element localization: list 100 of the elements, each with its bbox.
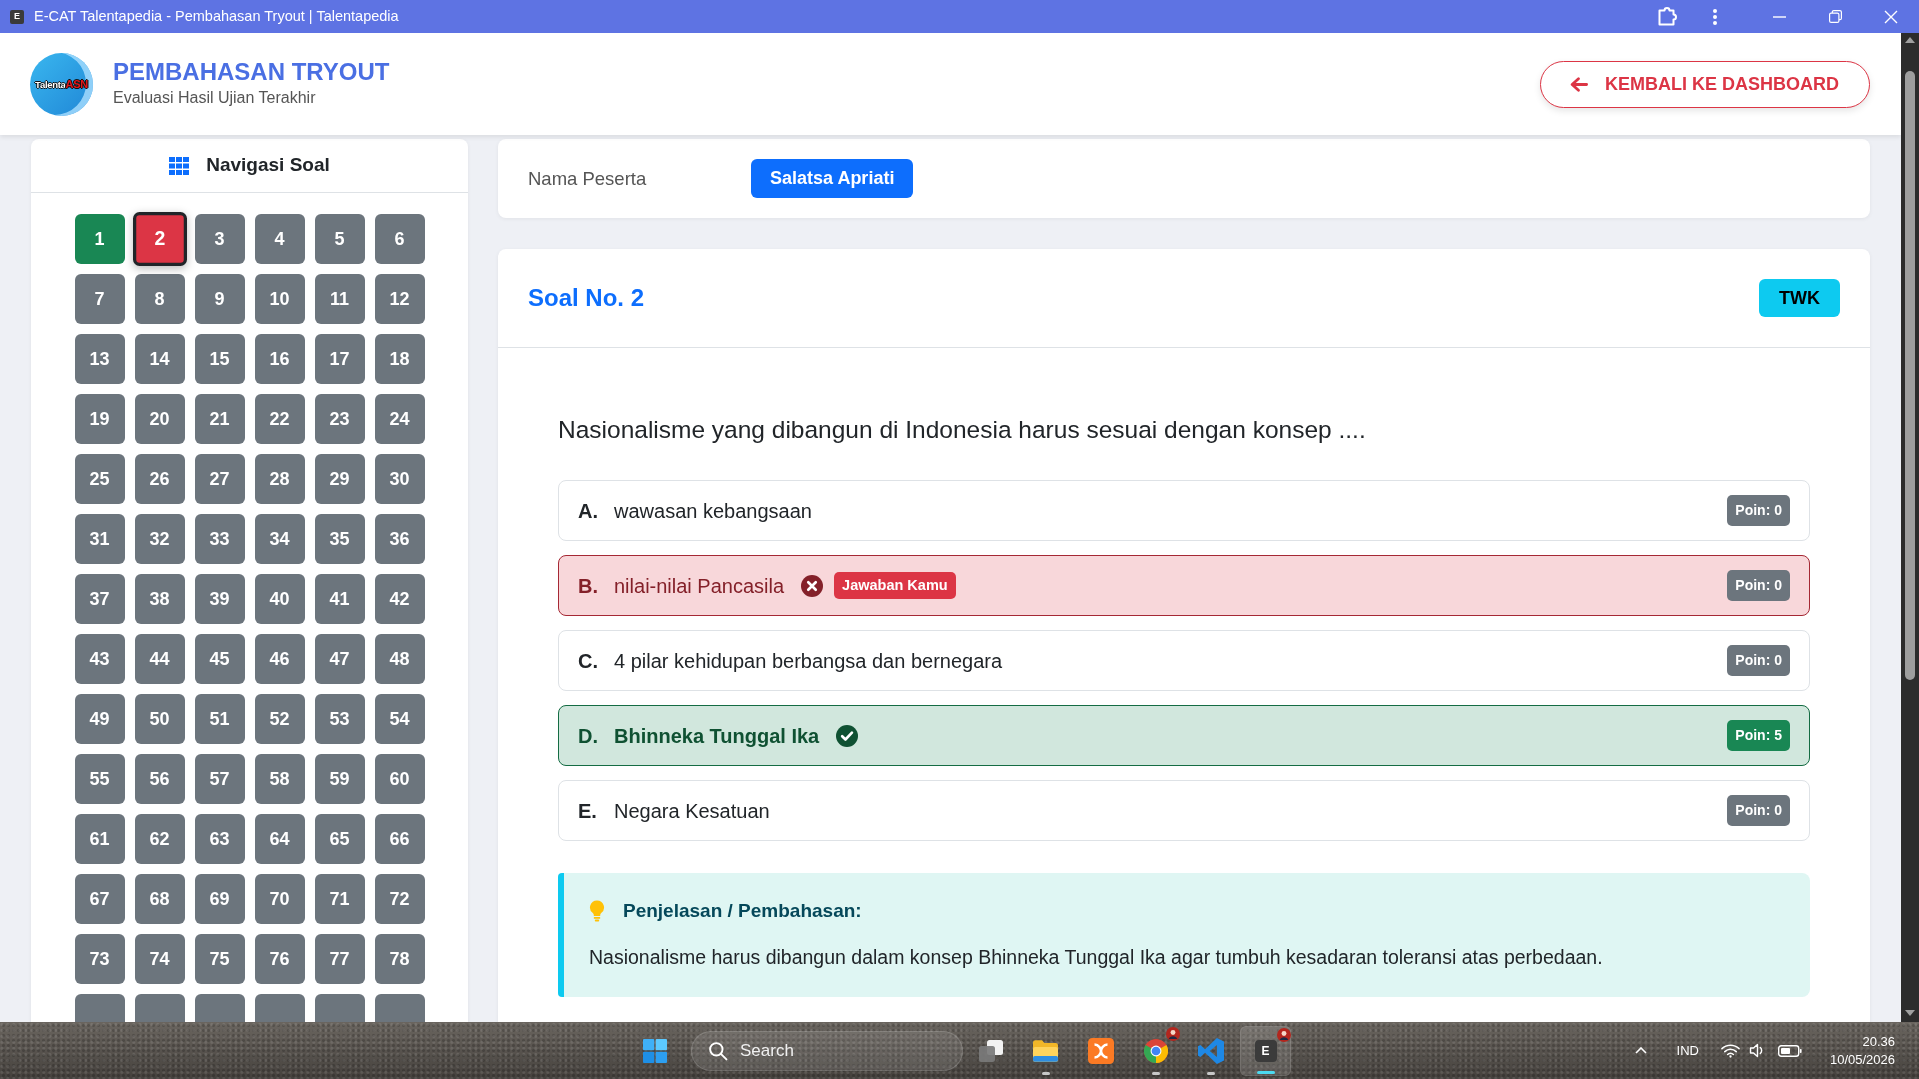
question-number-button[interactable]: 63 (194, 814, 245, 864)
question-number-button[interactable]: 8 (134, 274, 185, 324)
question-number-button[interactable]: 5 (314, 214, 365, 264)
question-number-button[interactable]: 6 (374, 214, 425, 264)
question-number-button[interactable]: 49 (74, 694, 125, 744)
question-number-button[interactable]: 62 (134, 814, 185, 864)
question-number-button[interactable]: 7 (74, 274, 125, 324)
kebab-menu-icon[interactable] (1713, 8, 1717, 25)
scroll-up-arrow-icon[interactable] (1905, 37, 1915, 43)
question-number-button[interactable]: 73 (74, 934, 125, 984)
question-number-button[interactable]: 68 (134, 874, 185, 924)
scrollbar-thumb[interactable] (1905, 71, 1915, 680)
question-number-button[interactable]: 42 (374, 574, 425, 624)
back-button[interactable]: KEMBALI KE DASHBOARD (1540, 60, 1870, 108)
question-number-button[interactable]: 48 (374, 634, 425, 684)
speaker-icon[interactable] (1748, 1043, 1764, 1058)
question-number-button[interactable]: 1 (74, 214, 125, 264)
question-number-button[interactable]: 9 (194, 274, 245, 324)
question-number-button[interactable]: 12 (374, 274, 425, 324)
question-number-button[interactable]: 61 (74, 814, 125, 864)
question-number-button[interactable]: 19 (74, 394, 125, 444)
close-icon[interactable] (1884, 9, 1898, 24)
question-number-button[interactable]: 51 (194, 694, 245, 744)
restore-icon[interactable] (1828, 10, 1842, 23)
question-number-button[interactable]: 32 (134, 514, 185, 564)
question-number-button[interactable]: 43 (74, 634, 125, 684)
question-number-button[interactable]: 35 (314, 514, 365, 564)
question-number-button[interactable]: 24 (374, 394, 425, 444)
question-number-button[interactable]: 20 (134, 394, 185, 444)
question-number-button[interactable]: 55 (74, 754, 125, 804)
question-number-button[interactable]: 33 (194, 514, 245, 564)
question-number-button[interactable]: 66 (374, 814, 425, 864)
question-number-button[interactable]: 69 (194, 874, 245, 924)
active-app-button[interactable]: E (1240, 1025, 1291, 1076)
question-number-button[interactable]: 14 (134, 334, 185, 384)
question-number-button[interactable]: 18 (374, 334, 425, 384)
stacked-squares-icon[interactable] (978, 1039, 1003, 1062)
question-number-button[interactable]: 21 (194, 394, 245, 444)
code-editor-icon[interactable] (1197, 1037, 1224, 1064)
puzzle-icon[interactable] (1657, 7, 1677, 26)
question-number-button[interactable]: 78 (374, 934, 425, 984)
question-number-button[interactable]: 34 (254, 514, 305, 564)
question-number-button[interactable]: 54 (374, 694, 425, 744)
question-number-button[interactable]: 70 (254, 874, 305, 924)
wifi-icon[interactable] (1720, 1043, 1740, 1058)
question-number-button[interactable]: 50 (134, 694, 185, 744)
question-number-button[interactable]: 4 (254, 214, 305, 264)
question-number-button[interactable]: 71 (314, 874, 365, 924)
question-number-button[interactable]: 52 (254, 694, 305, 744)
question-number-button[interactable]: 11 (314, 274, 365, 324)
battery-icon[interactable] (1777, 1044, 1802, 1057)
question-number-button[interactable]: 59 (314, 754, 365, 804)
clock-date[interactable]: 10/05/2026 (1829, 1050, 1895, 1069)
question-number-button[interactable]: 37 (74, 574, 125, 624)
question-number-button[interactable]: 16 (254, 334, 305, 384)
question-number-button[interactable]: 10 (254, 274, 305, 324)
question-number-button[interactable]: 44 (134, 634, 185, 684)
question-number-button[interactable]: 58 (254, 754, 305, 804)
question-number-button[interactable]: 25 (74, 454, 125, 504)
question-number-button[interactable]: 41 (314, 574, 365, 624)
question-number-button[interactable]: 27 (194, 454, 245, 504)
question-number-button[interactable]: 38 (134, 574, 185, 624)
clock-time[interactable]: 20.36 (1862, 1032, 1895, 1051)
start-menu-icon[interactable] (643, 1038, 667, 1063)
question-number-button[interactable]: 3 (194, 214, 245, 264)
question-number-button[interactable]: 15 (194, 334, 245, 384)
question-number-button[interactable]: 28 (254, 454, 305, 504)
question-number-button[interactable]: 17 (314, 334, 365, 384)
question-number-button[interactable]: 72 (374, 874, 425, 924)
question-number-button[interactable]: 45 (194, 634, 245, 684)
minimize-icon[interactable] (1772, 15, 1786, 18)
browser-icon[interactable] (1143, 1038, 1168, 1063)
question-number-button[interactable]: 76 (254, 934, 305, 984)
question-number-button[interactable]: 22 (254, 394, 305, 444)
question-number-button[interactable]: 57 (194, 754, 245, 804)
app-letter-tile[interactable]: E (1254, 1039, 1277, 1062)
question-number-button[interactable]: 29 (314, 454, 365, 504)
question-number-button[interactable]: 26 (134, 454, 185, 504)
question-number-button[interactable]: 65 (314, 814, 365, 864)
question-number-button[interactable]: 64 (254, 814, 305, 864)
scrollbar[interactable] (1901, 33, 1919, 1022)
question-number-button[interactable]: 23 (314, 394, 365, 444)
question-number-button[interactable]: 77 (314, 934, 365, 984)
question-number-button[interactable]: 40 (254, 574, 305, 624)
chevron-up-icon[interactable] (1634, 1047, 1647, 1054)
question-number-button[interactable]: 46 (254, 634, 305, 684)
question-number-button[interactable]: 60 (374, 754, 425, 804)
question-number-button[interactable]: 39 (194, 574, 245, 624)
x-logo-icon[interactable] (1087, 1037, 1114, 1064)
question-number-button[interactable]: 75 (194, 934, 245, 984)
question-number-button[interactable]: 67 (74, 874, 125, 924)
folder-icon[interactable] (1033, 1039, 1058, 1062)
scroll-down-arrow-icon[interactable] (1905, 1010, 1915, 1016)
language-indicator[interactable]: IND (1676, 1040, 1699, 1061)
question-number-button[interactable]: 36 (374, 514, 425, 564)
question-number-button[interactable]: 30 (374, 454, 425, 504)
question-number-button[interactable]: 2 (132, 212, 187, 266)
question-number-button[interactable]: 31 (74, 514, 125, 564)
question-number-button[interactable]: 47 (314, 634, 365, 684)
question-number-button[interactable]: 74 (134, 934, 185, 984)
